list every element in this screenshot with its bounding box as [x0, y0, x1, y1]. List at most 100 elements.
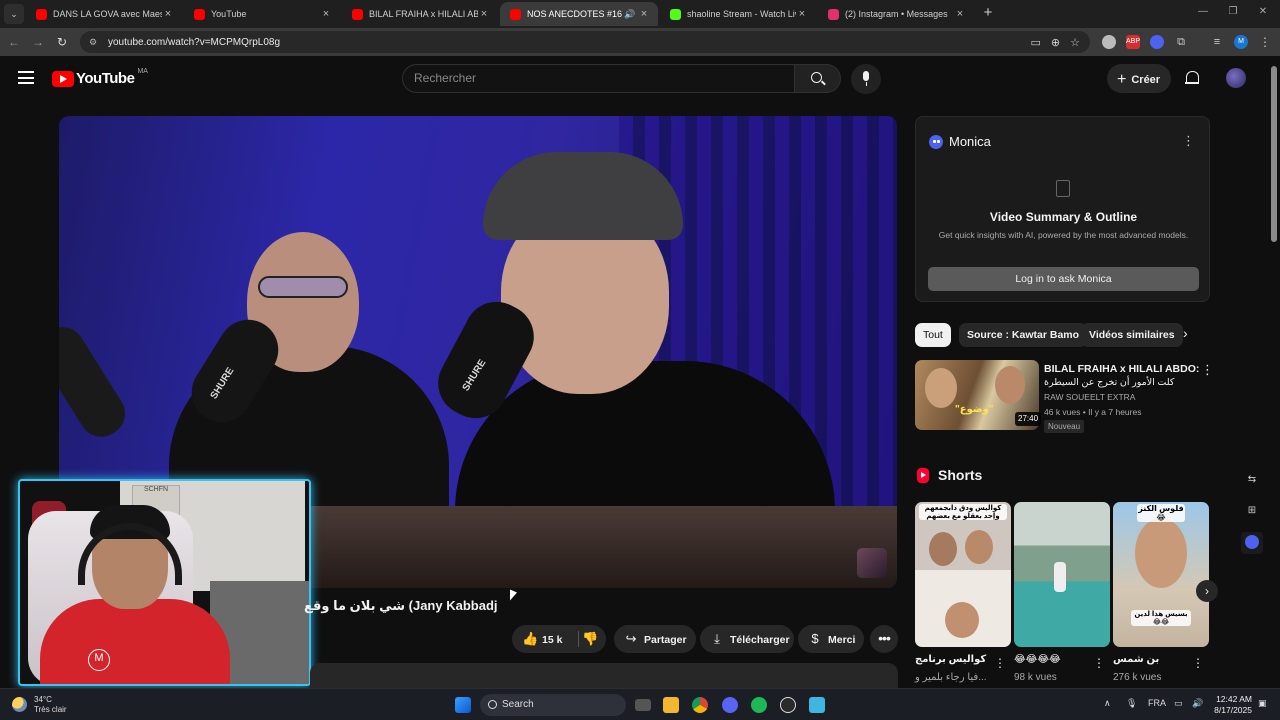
youtube-logo[interactable]: YouTube MA: [52, 68, 148, 87]
file-explorer-icon[interactable]: [663, 697, 679, 713]
tray-chevron-icon[interactable]: ∧: [1104, 698, 1111, 709]
notepad-icon[interactable]: [809, 697, 825, 713]
bell-icon[interactable]: [1185, 71, 1199, 86]
search-input[interactable]: Rechercher: [402, 64, 795, 93]
hamburger-icon[interactable]: [18, 71, 34, 84]
more-options-icon[interactable]: ⋮: [1201, 362, 1214, 378]
share-arrow-icon: ↪: [625, 631, 637, 646]
site-info-icon[interactable]: ⚙: [86, 37, 100, 48]
super-thanks-icon: $: [811, 631, 819, 646]
download-button[interactable]: ⤓ Télécharger: [700, 625, 794, 653]
video-microphone-left: [59, 318, 134, 446]
search-button[interactable]: [795, 64, 841, 93]
create-button[interactable]: + Créer: [1107, 64, 1171, 93]
short-title[interactable]: 😂😂😂😂: [1014, 654, 1094, 665]
short-title[interactable]: كواليس برنامج: [915, 654, 995, 665]
language-indicator[interactable]: FRA: [1148, 698, 1166, 708]
reading-list-icon[interactable]: ≡: [1210, 35, 1224, 49]
chevron-right-icon[interactable]: ›: [1183, 325, 1188, 341]
cast-icon[interactable]: ▭: [1031, 36, 1041, 49]
short-title[interactable]: بن شمس: [1113, 654, 1193, 665]
volume-icon[interactable]: 🔊: [1192, 698, 1203, 709]
tab-close-icon[interactable]: ×: [954, 8, 966, 20]
zoom-icon[interactable]: ⊕: [1051, 36, 1060, 49]
thanks-button[interactable]: $ Merci: [798, 625, 864, 653]
share-button[interactable]: ↪ Partager: [614, 625, 696, 653]
page-scrollbar-thumb[interactable]: [1271, 66, 1277, 242]
short-thumbnail-1[interactable]: كواليس ودق دابجمعهم وإحد بعقلو مع بعضهم: [915, 502, 1011, 647]
more-options-icon[interactable]: ⋮: [994, 656, 1006, 670]
task-view-icon[interactable]: [635, 699, 651, 711]
browser-tab-6[interactable]: (2) Instagram • Messages ×: [818, 2, 974, 26]
tab-close-icon[interactable]: ×: [478, 8, 490, 20]
like-button[interactable]: 👍 15 k: [522, 625, 562, 654]
close-window-icon[interactable]: ✕: [1256, 6, 1270, 17]
monica-title: Video Summary & Outline: [989, 210, 1138, 224]
browser-tab-5[interactable]: shaoline Stream - Watch Live o... ×: [660, 2, 816, 26]
monica-menu-icon[interactable]: ⋮: [1182, 133, 1195, 149]
recommended-video[interactable]: "وضوع" 27:40 BILAL FRAIHA x HILALI ABDO:…: [915, 360, 1215, 433]
browser-tab-4-active[interactable]: NOS ANECDOTES #16 (ft Fa... 🔊 ×: [500, 2, 658, 26]
browser-tab-1[interactable]: DANS LA GOVA avec Maes | "Le... ×: [26, 2, 182, 26]
tab-search-chevron-icon[interactable]: ⌄: [4, 4, 24, 24]
weather-icon[interactable]: [12, 697, 27, 712]
new-tab-button[interactable]: +: [980, 4, 996, 24]
country-code: MA: [137, 68, 148, 75]
tab-close-icon[interactable]: ×: [638, 8, 650, 20]
account-avatar[interactable]: [1226, 68, 1246, 88]
windows-start-icon[interactable]: [455, 697, 471, 713]
back-icon[interactable]: ←: [6, 34, 22, 50]
weather-widget[interactable]: 34°C Très clair: [34, 695, 67, 715]
reload-icon[interactable]: ↻: [54, 34, 70, 50]
extension-tool-icon[interactable]: ⊞: [1241, 500, 1263, 522]
channel-watermark[interactable]: [857, 548, 887, 578]
spotify-icon[interactable]: [751, 697, 767, 713]
browser-tab-3[interactable]: BILAL FRAIHA x HILALI ABDO: ... ×: [342, 2, 498, 26]
extensions-puzzle-icon[interactable]: ⧉: [1174, 35, 1188, 49]
more-actions-button[interactable]: •••: [870, 625, 898, 653]
microphone-tray-icon[interactable]: 🎙: [1126, 698, 1137, 709]
monica-login-button[interactable]: Log in to ask Monica: [928, 267, 1199, 291]
taskbar-search[interactable]: Search: [480, 694, 626, 716]
monica-logo-icon: [929, 135, 943, 149]
browser-tab-2[interactable]: YouTube ×: [184, 2, 340, 26]
address-bar[interactable]: ⚙ youtube.com/watch?v=MCPMQrpL08g ▭ ⊕ ☆: [80, 31, 1090, 53]
tab-close-icon[interactable]: ×: [162, 8, 174, 20]
app-icon[interactable]: [780, 697, 796, 713]
short-thumbnail-2[interactable]: [1014, 502, 1110, 647]
recommended-title-line2[interactable]: كلت الأمور أن تخرج عن السيطرة: [1044, 377, 1194, 388]
profile-avatar-icon[interactable]: M: [1234, 35, 1248, 49]
restore-icon[interactable]: ❐: [1226, 6, 1240, 17]
more-options-icon[interactable]: ⋮: [1093, 656, 1105, 670]
discord-icon[interactable]: [722, 697, 738, 713]
microphone-icon[interactable]: [851, 64, 881, 94]
chip-similar[interactable]: Vidéos similaires: [1081, 323, 1183, 347]
monica-sidebar-icon[interactable]: [1241, 532, 1263, 554]
network-icon[interactable]: ▭: [1174, 698, 1183, 709]
chip-source[interactable]: Source : Kawtar Bamo: [959, 323, 1088, 347]
minimize-icon[interactable]: —: [1196, 6, 1210, 17]
tab-close-icon[interactable]: ×: [320, 8, 332, 20]
recommended-title[interactable]: BILAL FRAIHA x HILALI ABDO:: [1044, 363, 1199, 375]
notification-center-icon[interactable]: ▣: [1258, 698, 1267, 709]
forward-icon[interactable]: →: [30, 34, 46, 50]
chip-all[interactable]: Tout: [915, 323, 951, 347]
taskbar-clock[interactable]: 12:42 AM 8/17/2025: [1212, 694, 1252, 716]
extension-circle-icon[interactable]: [1102, 35, 1116, 49]
recommended-channel[interactable]: RAW SOUEELT EXTRA: [1044, 392, 1135, 402]
tab-title: (2) Instagram • Messages: [845, 9, 948, 19]
browser-menu-icon[interactable]: ⋮: [1258, 35, 1272, 49]
tab-close-icon[interactable]: ×: [796, 8, 808, 20]
shorts-next-chevron-icon[interactable]: ›: [1196, 580, 1218, 602]
monica-extension-icon[interactable]: [1150, 35, 1164, 49]
translate-icon[interactable]: ⇆: [1241, 469, 1263, 491]
chrome-icon[interactable]: [692, 697, 708, 713]
dislike-button[interactable]: 👎: [582, 625, 602, 653]
streamer-jersey: [40, 599, 230, 684]
bookmark-star-icon[interactable]: ☆: [1070, 36, 1080, 49]
short-thumbnail-3[interactable]: فلوس الكنز 😂 بسيس هذا لدين 😂😂: [1113, 502, 1209, 647]
url-text[interactable]: youtube.com/watch?v=MCPMQrpL08g: [108, 37, 1031, 48]
more-options-icon[interactable]: ⋮: [1192, 656, 1204, 670]
tab-audio-icon[interactable]: 🔊: [622, 9, 638, 20]
adblock-extension-icon[interactable]: ABP: [1126, 35, 1140, 49]
